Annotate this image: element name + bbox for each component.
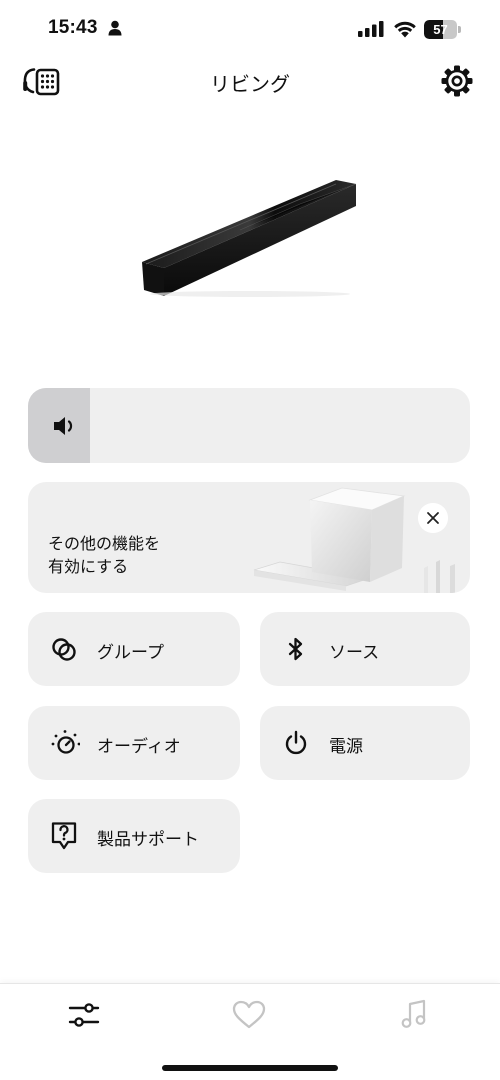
close-icon[interactable]: [418, 503, 448, 533]
battery-icon: 57: [424, 20, 461, 39]
power-icon: [285, 730, 307, 755]
speaker-volume-icon: [54, 417, 73, 435]
promo-text: その他の機能を 有効にする: [48, 532, 160, 578]
help-question-icon: [51, 822, 77, 850]
power-button[interactable]: 電源: [260, 706, 470, 780]
home-indicator[interactable]: [162, 1065, 338, 1071]
status-time: 15:43: [48, 17, 98, 38]
music-note-icon[interactable]: [394, 998, 434, 1032]
power-label: 電源: [329, 737, 363, 757]
person-icon: [108, 20, 122, 36]
group-button[interactable]: グループ: [28, 612, 240, 686]
product-support-button[interactable]: 製品サポート: [28, 799, 240, 873]
promo-line-1: その他の機能を: [48, 534, 161, 553]
gear-icon[interactable]: [440, 64, 474, 98]
audio-adjust-icon: [51, 730, 80, 754]
product-support-label: 製品サポート: [97, 830, 199, 850]
volume-slider[interactable]: [28, 388, 470, 463]
group-label: グループ: [97, 643, 164, 663]
soundbar-product-image: [142, 180, 357, 297]
audio-button[interactable]: オーディオ: [28, 706, 240, 780]
page-title: リビング: [210, 72, 290, 96]
bass-module-product-image: [253, 487, 455, 593]
heart-icon[interactable]: [229, 998, 269, 1032]
promo-line-2: 有効にする: [48, 557, 129, 576]
source-label: ソース: [329, 643, 380, 663]
battery-tip: [458, 26, 461, 33]
sliders-icon[interactable]: [64, 998, 104, 1032]
cellular-signal-icon: [358, 21, 384, 37]
bluetooth-icon: [288, 637, 303, 661]
wifi-icon: [394, 21, 416, 38]
audio-label: オーディオ: [97, 737, 181, 757]
source-button[interactable]: ソース: [260, 612, 470, 686]
status-bar: 15:43 57: [0, 0, 500, 60]
battery-percent: 57: [433, 22, 448, 37]
header: リビング: [0, 58, 500, 102]
group-circles-icon: [52, 638, 76, 661]
promo-card[interactable]: その他の機能を 有効にする: [28, 482, 470, 593]
